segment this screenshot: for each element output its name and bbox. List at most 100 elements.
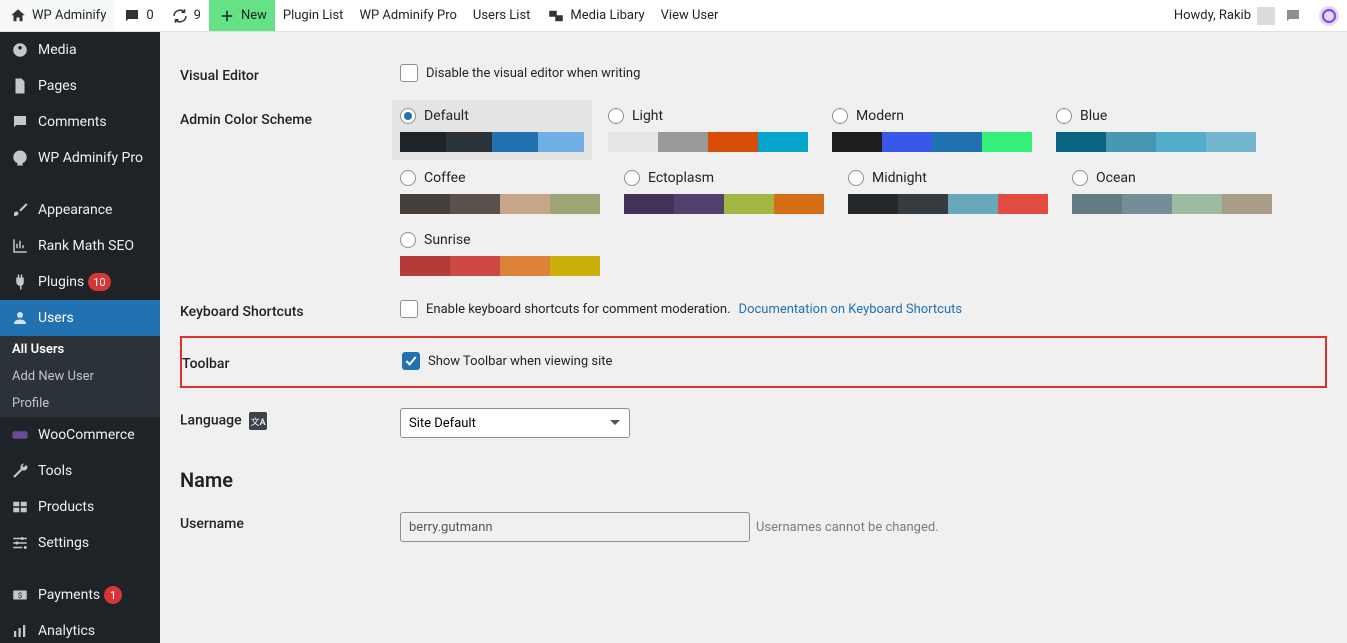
scheme-radio[interactable]: [608, 108, 624, 124]
topbar-link[interactable]: View User: [653, 0, 727, 31]
swatch-row: [400, 132, 584, 152]
menu-item-analytics[interactable]: Analytics: [0, 613, 160, 643]
admin-sidebar: Media Pages Comments WP Adminify Pro Appeara…: [0, 32, 160, 643]
menu-item-tools[interactable]: Tools: [0, 453, 160, 489]
keyboard-shortcuts-desc: Enable keyboard shortcuts for comment mo…: [426, 302, 731, 317]
swatch-row: [624, 194, 824, 214]
message-icon[interactable]: [1283, 6, 1303, 26]
menu-label: Plugins: [38, 274, 84, 290]
comments-count: 0: [146, 8, 153, 23]
submenu-item[interactable]: All Users: [0, 336, 160, 363]
username-label: Username: [180, 512, 400, 532]
scheme-radio[interactable]: [400, 170, 416, 186]
name-heading: Name: [180, 468, 1327, 492]
color-scheme-modern[interactable]: Modern: [832, 108, 1032, 152]
color-scheme-coffee[interactable]: Coffee: [400, 170, 600, 214]
scheme-radio[interactable]: [1072, 170, 1088, 186]
comments-link[interactable]: 0: [114, 0, 161, 31]
topbar-link[interactable]: Plugin List: [275, 0, 352, 31]
toolbar-checkbox[interactable]: [402, 352, 420, 370]
username-input[interactable]: [400, 512, 750, 542]
money-icon: $: [10, 585, 30, 605]
menu-item-pages[interactable]: Pages: [0, 68, 160, 104]
scheme-radio[interactable]: [832, 108, 848, 124]
swatch-row: [832, 132, 1032, 152]
site-home-link[interactable]: WP Adminify: [0, 0, 114, 31]
submenu-item[interactable]: Add New User: [0, 363, 160, 390]
menu-badge: 1: [104, 586, 122, 604]
swatch-row: [400, 194, 600, 214]
color-scheme-ocean[interactable]: Ocean: [1072, 170, 1272, 214]
scheme-label: Ocean: [1096, 170, 1136, 186]
media-icon: [10, 40, 30, 60]
color-scheme-default[interactable]: Default: [392, 100, 592, 160]
menu-item-woocommerce[interactable]: WooCommerce: [0, 417, 160, 453]
menu-item-payments[interactable]: $ Payments1: [0, 577, 160, 613]
menu-label: Comments: [38, 114, 107, 130]
color-scheme-ectoplasm[interactable]: Ectoplasm: [624, 170, 824, 214]
menu-item-products[interactable]: Products: [0, 489, 160, 525]
woo-icon: [10, 425, 30, 445]
scheme-label: Light: [632, 108, 663, 124]
home-icon: [8, 6, 28, 26]
color-scheme-blue[interactable]: Blue: [1056, 108, 1256, 152]
toolbar-desc: Show Toolbar when viewing site: [428, 354, 612, 369]
swatch-row: [1056, 132, 1256, 152]
visual-editor-label: Visual Editor: [180, 64, 400, 84]
submenu-item[interactable]: Profile: [0, 390, 160, 417]
menu-label: Analytics: [38, 623, 95, 639]
wrench-icon: [10, 461, 30, 481]
keyboard-shortcuts-checkbox[interactable]: [400, 300, 418, 318]
scheme-label: Ectoplasm: [648, 170, 714, 186]
page-icon: [10, 76, 30, 96]
menu-item-plugins[interactable]: Plugins10: [0, 264, 160, 300]
topbar-link-label: Media Libary: [570, 8, 644, 23]
menu-item-comments[interactable]: Comments: [0, 104, 160, 140]
menu-item-wp-adminify-pro[interactable]: WP Adminify Pro: [0, 140, 160, 176]
language-select[interactable]: Site Default: [400, 408, 630, 438]
color-scheme-label: Admin Color Scheme: [180, 108, 400, 128]
notification-badge[interactable]: [1319, 6, 1339, 26]
media-link-icon: [546, 6, 566, 26]
site-name: WP Adminify: [32, 8, 106, 23]
bars-icon: [10, 621, 30, 641]
menu-label: Media: [38, 42, 77, 58]
scheme-label: Modern: [856, 108, 904, 124]
menu-label: Payments: [38, 587, 100, 603]
scheme-radio[interactable]: [400, 108, 416, 124]
topbar-link[interactable]: WP Adminify Pro: [351, 0, 464, 31]
menu-item-users[interactable]: Users: [0, 300, 160, 336]
scheme-radio[interactable]: [624, 170, 640, 186]
comment-icon: [10, 112, 30, 132]
menu-label: Products: [38, 499, 94, 515]
scheme-radio[interactable]: [400, 232, 416, 248]
menu-item-media[interactable]: Media: [0, 32, 160, 68]
swatch-row: [400, 256, 600, 276]
visual-editor-checkbox[interactable]: [400, 64, 418, 82]
swatch-row: [1072, 194, 1272, 214]
menu-item-rank-math-seo[interactable]: Rank Math SEO: [0, 228, 160, 264]
plus-icon: [217, 6, 237, 26]
account-menu[interactable]: Howdy, Rakib: [1166, 0, 1283, 31]
updates-link[interactable]: 9: [162, 0, 209, 31]
color-scheme-light[interactable]: Light: [608, 108, 808, 152]
menu-label: Users: [38, 310, 74, 326]
color-scheme-midnight[interactable]: Midnight: [848, 170, 1048, 214]
menu-item-settings[interactable]: Settings: [0, 525, 160, 561]
scheme-label: Sunrise: [424, 232, 471, 248]
scheme-radio[interactable]: [848, 170, 864, 186]
menu-item-appearance[interactable]: Appearance: [0, 192, 160, 228]
menu-label: Pages: [38, 78, 77, 94]
new-button[interactable]: New: [209, 0, 275, 31]
topbar-link[interactable]: Users List: [465, 0, 539, 31]
keyboard-shortcuts-label: Keyboard Shortcuts: [180, 300, 400, 320]
settings-icon: [10, 533, 30, 553]
avatar: [1257, 7, 1275, 25]
refresh-icon: [170, 6, 190, 26]
color-scheme-sunrise[interactable]: Sunrise: [400, 232, 600, 276]
scheme-radio[interactable]: [1056, 108, 1072, 124]
brush-icon: [10, 200, 30, 220]
media-library-link[interactable]: Media Libary: [538, 0, 652, 31]
keyboard-shortcuts-doc-link[interactable]: Documentation on Keyboard Shortcuts: [739, 302, 963, 317]
username-hint: Usernames cannot be changed.: [756, 520, 939, 535]
